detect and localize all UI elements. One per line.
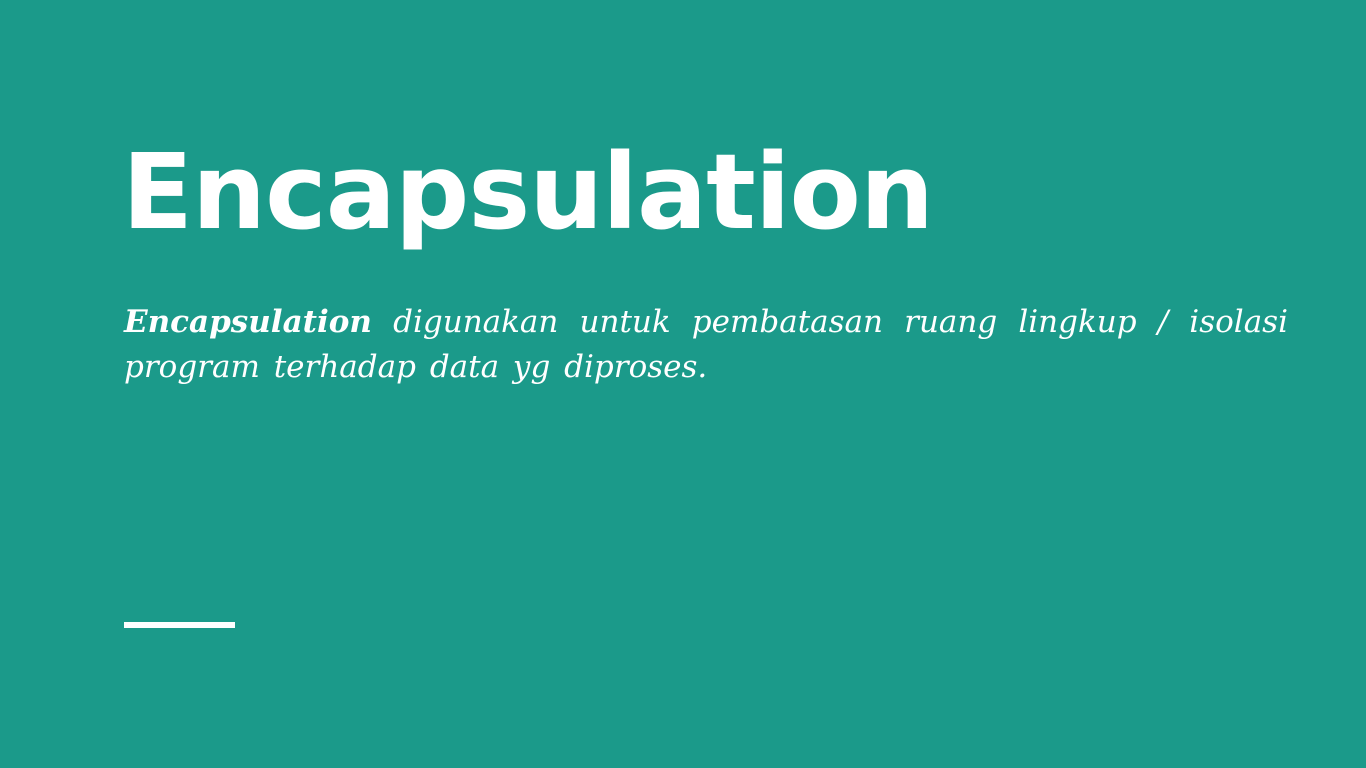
accent-divider bbox=[124, 622, 235, 628]
slide: Encapsulation Encapsulation digunakan un… bbox=[0, 0, 1366, 768]
body-term: Encapsulation bbox=[124, 304, 372, 340]
slide-title: Encapsulation bbox=[122, 131, 934, 253]
slide-body-text: Encapsulation digunakan untuk pembatasan… bbox=[124, 300, 1288, 390]
